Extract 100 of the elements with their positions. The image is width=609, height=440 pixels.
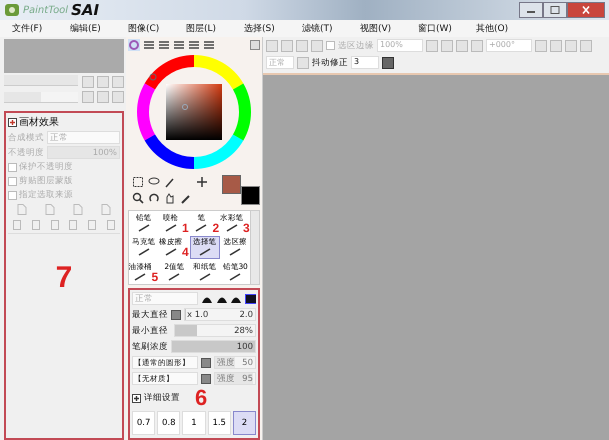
app-logo-icon [4,3,20,17]
toolbar-button[interactable] [281,40,293,52]
annotation-number: 7 [56,262,72,294]
checkbox[interactable] [8,176,17,186]
color-slider-tab-icon[interactable] [203,39,215,51]
document-icon[interactable] [17,204,27,215]
color-slider-tab-icon[interactable] [188,39,200,51]
advanced-settings-label[interactable]: 详细设置 [144,392,180,404]
minimize-button[interactable] [519,2,543,18]
opacity-label: 不透明度 [8,146,44,158]
brush-size-button[interactable]: 0.7 [132,411,156,435]
app-name: SAI [71,1,100,19]
navigator-button[interactable] [82,90,94,102]
size-menu-button[interactable] [171,310,181,320]
brush-icon [134,273,146,281]
brush-icon [138,248,150,256]
density-slider[interactable]: 100 [171,340,256,353]
menu-item[interactable]: 滤镜(T) [302,22,360,35]
toolbar-button[interactable] [565,40,577,52]
layer-action-icon[interactable] [50,219,60,230]
magic-wand-icon[interactable] [164,176,176,188]
scrollbar[interactable] [250,211,259,284]
document-icon[interactable] [73,204,83,215]
layer-action-icon[interactable] [86,219,97,230]
texture-menu-button[interactable] [201,374,211,384]
stabilizer-field[interactable]: 3 [351,56,379,69]
document-icon[interactable] [101,204,111,215]
stabilizer-label: 抖动修正 [312,56,348,68]
toolbar-button[interactable] [426,40,438,52]
brush-icon [226,224,238,232]
stabilizer-menu-button[interactable] [382,56,394,68]
brush-size-button[interactable]: 1.5 [208,411,231,435]
menu-item[interactable]: 图像(C) [128,22,186,35]
layer-action-icon[interactable] [106,219,116,230]
close-button[interactable] [567,2,605,18]
brush-icon [198,273,211,281]
rotate-slider[interactable] [4,92,78,103]
shape-menu-button[interactable] [201,358,211,368]
color-slider-tab-icon[interactable] [158,39,170,51]
zoom-icon[interactable] [132,192,144,204]
brush-size-button[interactable]: 1 [182,411,206,435]
checkbox-label: 选区边缘 [338,40,374,52]
toolbar-button[interactable] [311,40,323,52]
toolbar-button[interactable] [471,40,483,52]
close-icon [581,6,591,14]
min-size-slider[interactable]: 28% [174,324,256,337]
background-color-swatch[interactable] [241,186,260,205]
rect-select-icon[interactable] [132,176,144,188]
toolbar-button[interactable] [296,40,308,52]
menu-item[interactable]: 图层(L) [186,22,244,35]
annotation-number: 6 [195,388,208,408]
move-icon[interactable] [196,176,208,188]
foreground-color-swatch[interactable] [222,175,241,194]
color-wheel-drawing[interactable] [135,53,253,171]
brush-icon [195,224,208,232]
square-brush-shape-icon[interactable] [244,294,256,304]
navigator-button[interactable] [112,76,124,88]
navigator-button[interactable] [112,90,124,102]
color-slider-tab-icon[interactable] [143,39,155,51]
brush-size-button[interactable]: 2 [232,411,256,435]
plus-icon[interactable] [132,394,141,402]
panel-collapse-icon[interactable] [250,40,260,50]
color-wheel-tab-icon[interactable] [128,39,140,51]
annotation-number: 1 [182,222,189,235]
navigator-button[interactable] [82,76,94,88]
max-size-slider[interactable]: x 1.0 2.0 [184,308,256,321]
brush-icon [198,248,211,256]
annotation-number: 2 [212,222,220,235]
toolbar-button[interactable] [441,40,453,52]
menu-item[interactable]: 选择(S) [244,22,302,35]
rotate-icon[interactable] [148,192,160,204]
layer-action-icon[interactable] [68,219,78,230]
menu-item[interactable]: 编辑(E) [70,22,128,35]
toolbar-button[interactable] [580,40,592,52]
menu-item[interactable]: 视图(V) [360,22,418,35]
toolbar-button[interactable] [297,56,309,68]
toolbar-button[interactable] [266,40,278,52]
toolbar-button[interactable] [456,40,468,52]
color-slider-tab-icon[interactable] [173,39,185,51]
checkbox[interactable] [8,190,17,200]
plus-icon [8,118,17,126]
checkbox[interactable] [8,162,17,172]
texture-strength-slider[interactable]: 强度 95 [214,372,256,385]
brush-size-button[interactable]: 0.8 [157,411,180,435]
menu-item[interactable]: 文件(F) [12,22,70,35]
document-icon[interactable] [45,204,55,215]
toolbar-button[interactable] [535,40,547,52]
menu-item[interactable]: 窗口(W) [418,22,476,35]
navigator-button[interactable] [97,90,109,102]
maximize-button[interactable] [543,2,567,18]
layer-action-icon[interactable] [12,219,22,230]
toolbar-button[interactable] [550,40,562,52]
navigator-button[interactable] [97,76,109,88]
checkbox-label: 保护不透明度 [19,161,73,173]
layer-action-icon[interactable] [30,219,41,230]
shape-strength-slider[interactable]: 强度 50 [214,356,256,369]
panel-title: 画材效果 [19,116,59,129]
checkbox[interactable] [326,41,335,50]
brush-icon [138,224,150,232]
menu-item[interactable]: 其他(O) [476,22,534,35]
